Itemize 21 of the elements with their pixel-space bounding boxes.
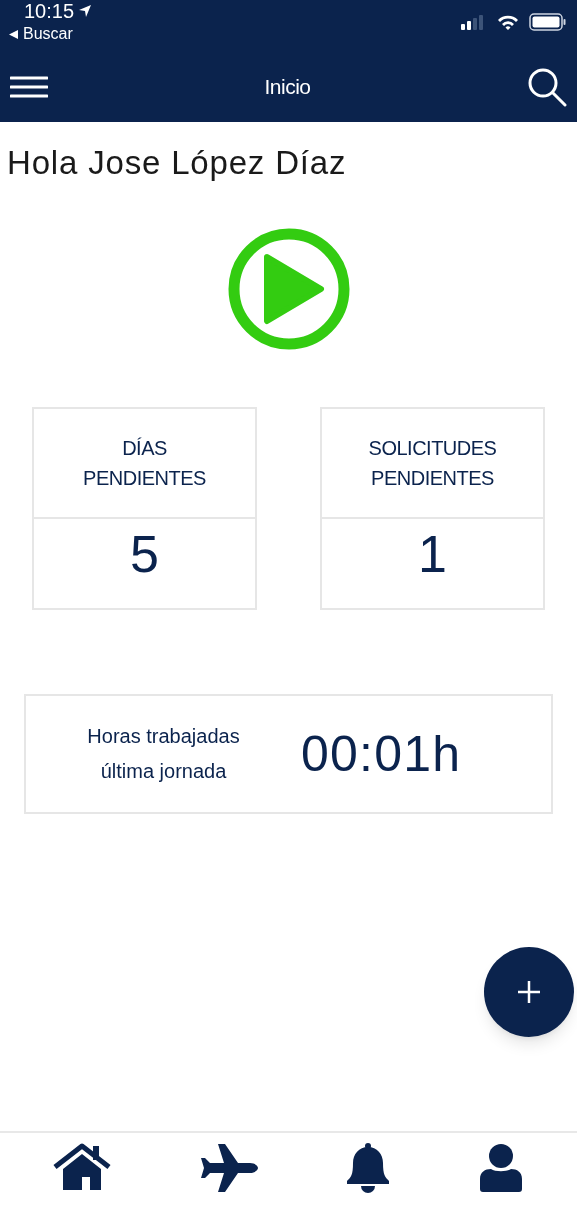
hours-label: Horas trabajadas última jornada [86, 724, 241, 785]
plus-icon [516, 979, 542, 1005]
location-arrow-icon [78, 4, 93, 18]
home-icon[interactable] [53, 1143, 112, 1191]
menu-icon[interactable] [10, 76, 48, 98]
hours-value: 00:01h [301, 724, 462, 784]
search-icon[interactable] [527, 67, 567, 107]
clock-time: 10:15 [24, 1, 75, 21]
back-link[interactable]: Buscar [23, 22, 73, 46]
user-icon[interactable] [477, 1143, 524, 1193]
back-triangle-icon[interactable] [8, 28, 19, 40]
stat-label: DÍAS PENDIENTES [82, 436, 207, 492]
wifi-icon [497, 14, 519, 30]
stat-value: 5 [130, 527, 159, 580]
airplane-icon[interactable] [198, 1143, 259, 1193]
battery-icon [529, 13, 567, 31]
stat-value: 1 [418, 527, 447, 580]
stat-label: SOLICITUDES PENDIENTES [367, 436, 498, 492]
bell-icon[interactable] [344, 1143, 391, 1193]
greeting-text: Hola Jose López Díaz [6, 143, 348, 183]
screen-title: Inicio [264, 74, 311, 101]
